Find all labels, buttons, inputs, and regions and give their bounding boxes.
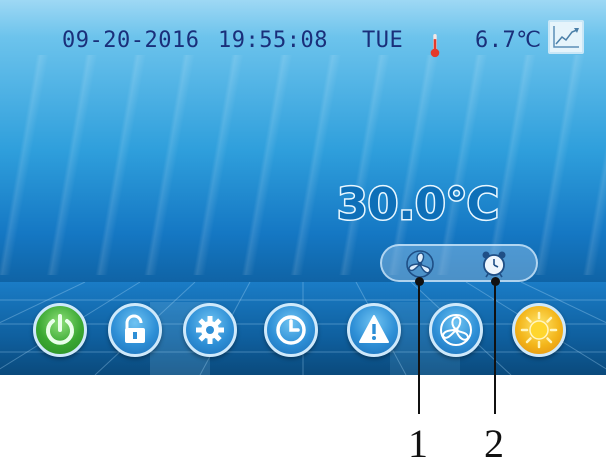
date-display: 09-20-2016 (62, 28, 200, 53)
power-icon (46, 314, 74, 345)
unlock-button[interactable] (108, 303, 162, 357)
thermometer-icon (430, 34, 440, 58)
timer-button[interactable] (264, 303, 318, 357)
fan-icon (440, 314, 472, 346)
unlock-icon (125, 314, 145, 343)
trend-chart-button[interactable] (548, 20, 584, 54)
weekday-display: TUE (362, 28, 404, 53)
setpoint-temperature: 30.0℃ (336, 178, 501, 232)
setpoint-temperature-text: 30.0℃ (337, 179, 499, 230)
thermostat-screen: 09-20-2016 19:55:08 TUE 6.7℃ 30.0℃ (0, 0, 606, 375)
settings-button[interactable] (183, 303, 237, 357)
gear-icon (196, 316, 224, 344)
alarm-button[interactable] (347, 303, 401, 357)
alarm-clock-status-icon (482, 251, 506, 278)
mode-button[interactable] (512, 303, 566, 357)
background-light-rays (0, 55, 606, 275)
status-bar: 09-20-2016 19:55:08 TUE 6.7℃ (0, 18, 606, 68)
trend-chart-icon (553, 26, 579, 48)
callout-2-line (494, 282, 496, 414)
sun-icon (520, 311, 558, 349)
clock-icon (276, 315, 306, 345)
callout-1-line (418, 282, 420, 414)
power-button[interactable] (33, 303, 87, 357)
fan-status-icon (406, 250, 434, 278)
time-display: 19:55:08 (218, 28, 328, 53)
outdoor-temp-display: 6.7℃ (475, 28, 542, 53)
fan-button[interactable] (429, 303, 483, 357)
warning-icon (359, 315, 389, 343)
